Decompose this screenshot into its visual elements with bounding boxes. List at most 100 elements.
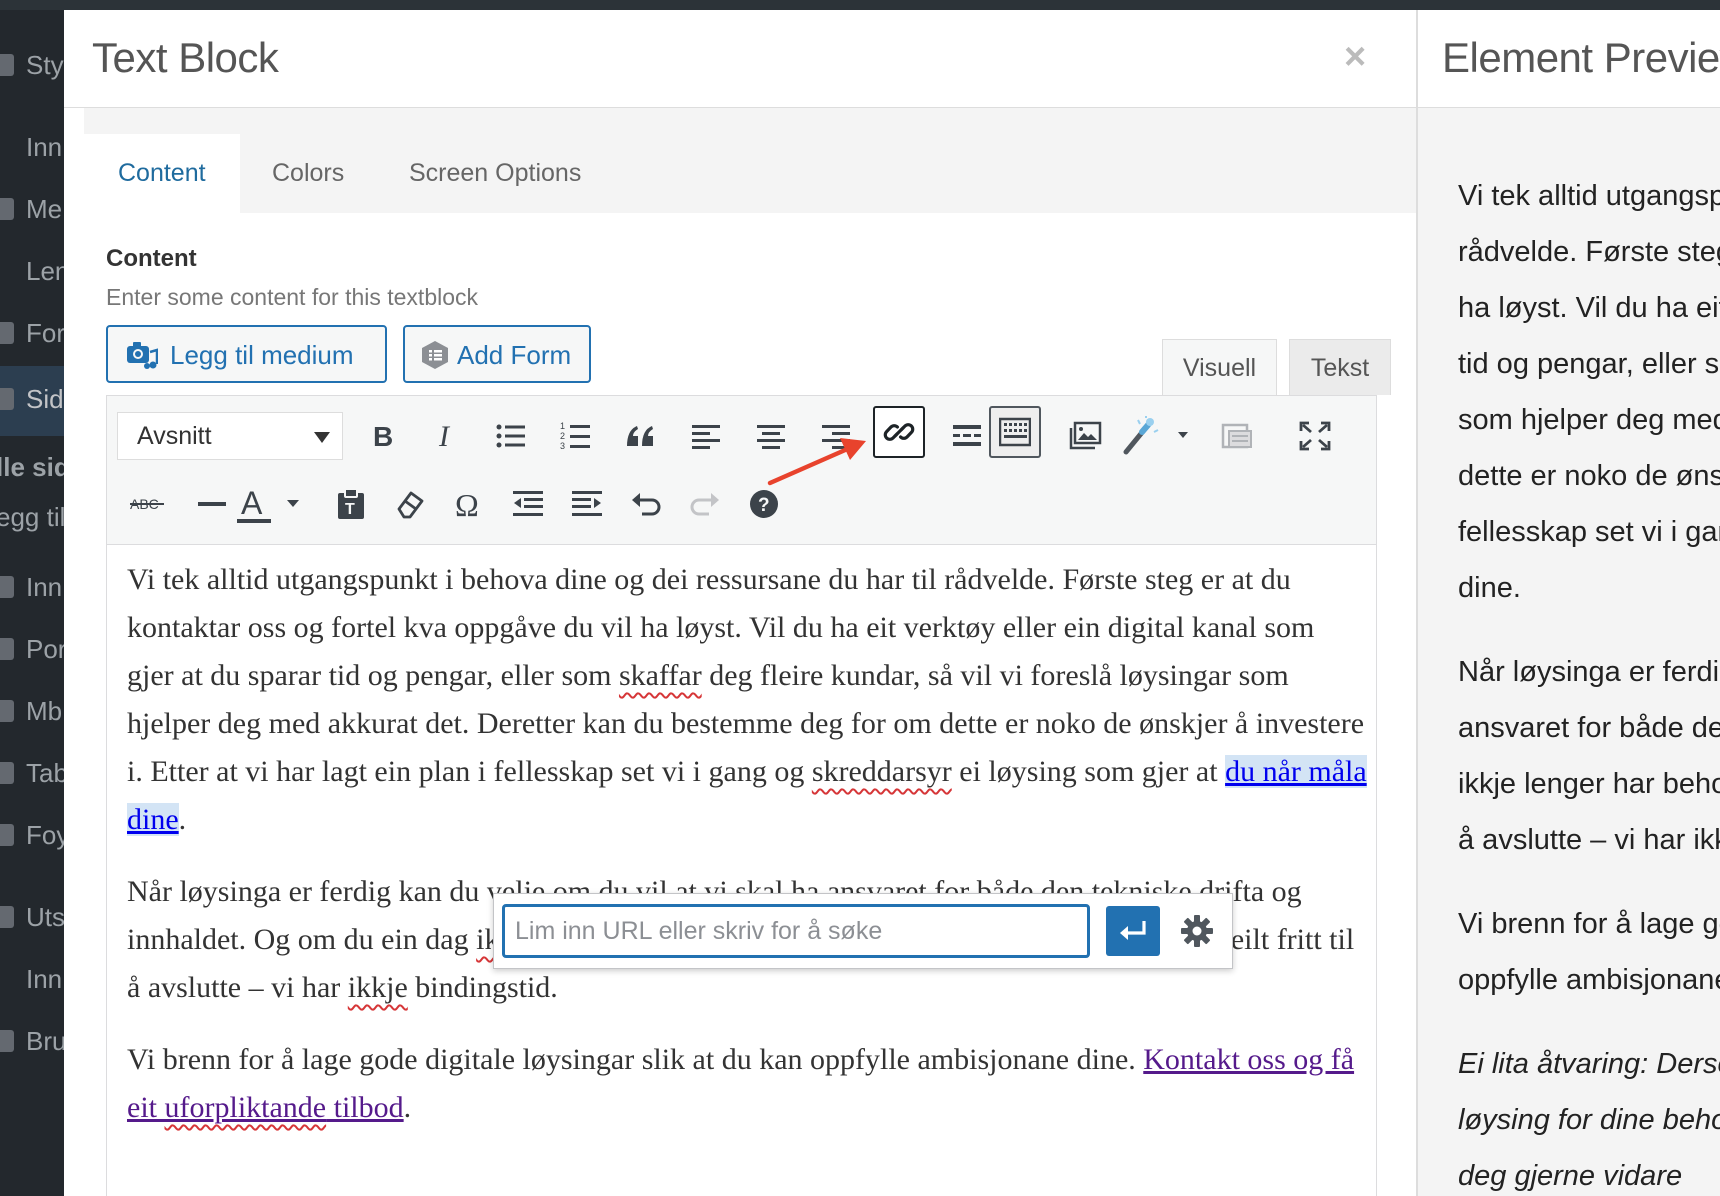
sidebar-subitem[interactable]: lle sid (0, 448, 64, 488)
bullet-list-icon (496, 424, 525, 448)
fullscreen-icon (1299, 421, 1331, 451)
preview-body: Vi tek alltid utgangspunkt i rådvelde. F… (1418, 108, 1720, 1196)
editor-content[interactable]: Vi tek alltid utgangspunkt i behova dine… (127, 556, 1367, 1156)
editor-visual-tab[interactable]: Visuell (1162, 339, 1277, 395)
link-edit-popup (493, 893, 1233, 969)
horizontal-line-icon (198, 502, 226, 506)
undo-icon (632, 493, 661, 516)
add-media-button[interactable]: Legg til medium (106, 325, 387, 383)
sidebar-item[interactable]: Tab (0, 754, 64, 794)
content-field-label: Content (106, 245, 197, 272)
content-paragraph: Vi tek alltid utgangspunkt i behova dine… (127, 563, 1367, 836)
preview-header: Element Preview (1418, 10, 1720, 108)
numbered-list-button[interactable]: 123 (548, 408, 604, 464)
clipboard-icon: T (338, 488, 364, 519)
svg-text:?: ? (758, 495, 770, 516)
pages-icon (0, 388, 14, 410)
menu-icon (0, 198, 14, 220)
sidebar-item-pages[interactable]: Sid (0, 366, 64, 436)
sidebar-item[interactable]: Inn (0, 568, 64, 608)
svg-text:A: A (241, 485, 263, 521)
eraser-icon (397, 491, 424, 519)
format-select[interactable]: Avsnitt (117, 412, 343, 460)
modal-title: Text Block (92, 34, 279, 81)
quote-icon (627, 426, 653, 446)
paste-as-text-button[interactable]: T (323, 476, 379, 532)
svg-text:1: 1 (560, 421, 565, 431)
italic-button[interactable]: I (418, 408, 474, 464)
blockquote-button[interactable] (613, 408, 669, 464)
keyboard-shortcuts-button[interactable]: ? (736, 476, 792, 532)
sidebar-item[interactable]: Inn (0, 960, 64, 1000)
sidebar-item[interactable]: For (0, 314, 64, 354)
undo-button[interactable] (618, 476, 674, 532)
clear-formatting-button[interactable] (382, 476, 438, 532)
align-left-button[interactable] (678, 408, 734, 464)
svg-text:3: 3 (560, 441, 565, 451)
strikethrough-button[interactable]: ABC (119, 476, 175, 532)
element-preview-panel: Element Preview Vi tek alltid utgangspun… (1417, 10, 1720, 1196)
menu-icon (0, 762, 14, 784)
align-left-icon (692, 425, 720, 449)
add-gallery-button[interactable] (1057, 408, 1113, 464)
numbered-list-icon: 123 (560, 421, 590, 451)
modal-tabs: Content Colors Screen Options (84, 108, 1416, 213)
increase-indent-button[interactable] (559, 476, 615, 532)
redo-button[interactable] (677, 476, 733, 532)
fullscreen-button[interactable] (1287, 408, 1343, 464)
gallery-icon (1069, 421, 1102, 450)
admin-top-bar (0, 0, 1720, 10)
sidebar-item[interactable]: Sty (0, 46, 64, 86)
insert-link-button[interactable] (873, 406, 925, 458)
toolbar-toggle-button[interactable] (989, 406, 1041, 458)
text-color-dropdown[interactable]: A (233, 476, 313, 532)
align-right-button[interactable] (808, 408, 864, 464)
editor-toolbar: Avsnitt B I 123 ABC A T Ω ? (107, 396, 1376, 545)
omega-icon: Ω (455, 489, 479, 519)
bold-icon: B (373, 421, 393, 451)
strikethrough-icon: ABC (130, 496, 164, 512)
gear-icon (1181, 915, 1213, 947)
sidebar-item[interactable]: Me (0, 190, 64, 230)
read-more-button[interactable] (939, 408, 995, 464)
paste-from-word-button[interactable] (1209, 408, 1265, 464)
sidebar-item[interactable]: Por (0, 630, 64, 670)
tab-colors[interactable]: Colors (238, 134, 378, 213)
sidebar-item[interactable]: Bru (0, 1022, 64, 1062)
sidebar-item[interactable]: Len (0, 252, 64, 292)
menu-icon (0, 322, 14, 344)
add-form-button[interactable]: Add Form (403, 325, 591, 383)
rich-text-editor: Avsnitt B I 123 ABC A T Ω ? Vi tek allti… (106, 395, 1377, 1196)
menu-icon (0, 576, 14, 598)
keyboard-icon (999, 417, 1031, 447)
sidebar-subitem[interactable]: egg til (0, 498, 64, 538)
menu-icon (0, 638, 14, 660)
enter-icon (1120, 921, 1146, 940)
menu-icon (0, 906, 14, 928)
decrease-indent-button[interactable] (500, 476, 556, 532)
text-color-icon: A (237, 485, 299, 523)
close-icon[interactable]: × (1344, 36, 1366, 79)
align-center-button[interactable] (743, 408, 799, 464)
sidebar-item[interactable]: Uts (0, 898, 64, 938)
link-url-input[interactable] (502, 904, 1090, 958)
misspelled-word: skreddarsyr (811, 755, 952, 788)
apply-link-button[interactable] (1106, 906, 1160, 956)
tab-screen-options[interactable]: Screen Options (375, 134, 615, 213)
sidebar-item[interactable]: Inn (0, 128, 64, 168)
special-character-button[interactable]: Ω (441, 476, 497, 532)
magic-wand-dropdown[interactable] (1118, 408, 1198, 464)
modal-header: Text Block × (64, 10, 1416, 108)
help-icon: ? (750, 490, 778, 518)
italic-icon: I (438, 421, 451, 451)
svg-text:B: B (373, 421, 393, 451)
sidebar-item[interactable]: Mb (0, 692, 64, 732)
bullet-list-button[interactable] (483, 408, 539, 464)
tab-content[interactable]: Content (84, 134, 240, 213)
bold-button[interactable]: B (353, 408, 409, 464)
sidebar-item[interactable]: Foy (0, 816, 64, 856)
link-icon (883, 423, 915, 441)
horizontal-line-button[interactable] (184, 476, 240, 532)
editor-text-tab[interactable]: Tekst (1289, 339, 1391, 395)
link-options-button[interactable] (1174, 908, 1220, 954)
